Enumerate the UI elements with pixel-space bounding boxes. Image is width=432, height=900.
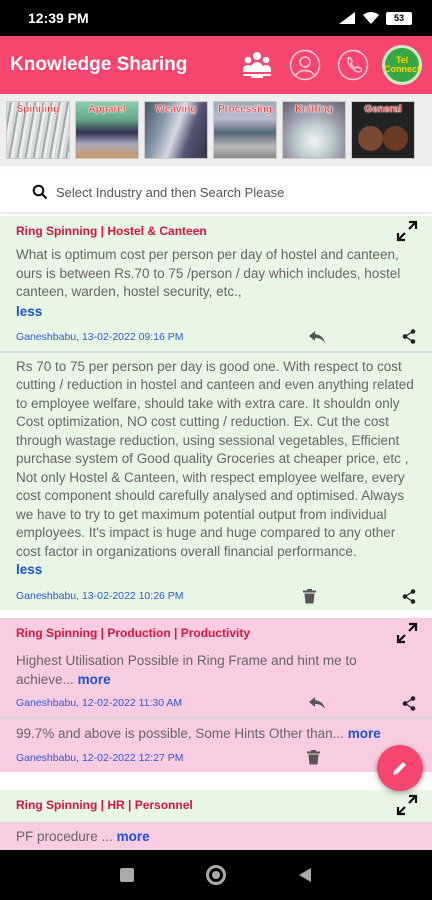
industry-label: Spinning <box>16 104 60 115</box>
wifi-icon <box>363 11 379 24</box>
expand-icon[interactable] <box>396 622 418 644</box>
post-card: Ring Spinning | Production | Productivit… <box>0 618 432 772</box>
industry-label: Apparel <box>88 104 126 115</box>
question-meta: Ganeshbabu, 13-02-2022 09:16 PM <box>16 330 184 343</box>
answer-text: 99.7% and above is possible, Some Hints … <box>16 726 381 741</box>
post-category: Ring Spinning | HR | Personnel <box>16 797 193 812</box>
industry-tile-general[interactable]: General <box>351 101 415 159</box>
show-less-link[interactable]: less <box>16 304 416 319</box>
answer-meta: Ganeshbabu, 12-02-2022 12:27 PM <box>16 751 184 764</box>
meta-row: Ganeshbabu, 13-02-2022 10:26 PM <box>16 582 416 610</box>
status-bar: 12:39 PM 53 <box>0 0 432 36</box>
delete-icon[interactable] <box>307 750 320 765</box>
meta-row: Ganeshbabu, 12-02-2022 12:27 PM <box>16 744 416 772</box>
share-icon[interactable] <box>402 588 416 604</box>
show-more-link[interactable]: more <box>117 829 150 844</box>
answer-meta: Ganeshbabu, 13-02-2022 10:26 PM <box>16 590 184 602</box>
battery-icon: 53 <box>386 11 412 25</box>
post-category: Ring Spinning | Production | Productivit… <box>16 626 251 640</box>
industry-tile-spinning[interactable]: Spinning <box>6 101 70 159</box>
industry-label: General <box>364 104 402 115</box>
posts-feed[interactable]: Ring Spinning | Hostel & Canteen What is… <box>0 216 432 850</box>
industry-label: Knitting <box>295 104 333 115</box>
compose-button[interactable] <box>377 745 423 791</box>
phone-icon[interactable] <box>336 48 370 82</box>
expand-icon[interactable] <box>396 794 418 816</box>
industry-strip: Spinning Apparel Weaving Processing Knit… <box>0 94 432 166</box>
post-category: Ring Spinning | Hostel & Canteen <box>16 224 207 238</box>
recents-icon[interactable] <box>120 868 134 882</box>
answer-text: Rs 70 to 75 per person per day is good o… <box>16 358 414 559</box>
answer-block: 99.7% and above is possible, Some Hints … <box>0 719 432 772</box>
pencil-icon <box>393 762 406 775</box>
question-block: Ring Spinning | Hostel & Canteen What is… <box>0 216 432 351</box>
meta-row: Ganeshbabu, 13-02-2022 09:16 PM <box>16 323 416 351</box>
telegram-connect-button[interactable]: Tel Connect <box>382 45 422 85</box>
question-text: PF procedure ... more <box>16 828 150 844</box>
card-gap <box>0 610 432 618</box>
industry-tile-apparel[interactable]: Apparel <box>75 101 139 159</box>
status-icons: 53 <box>338 11 412 25</box>
question-text: What is optimum cost per person per day … <box>16 247 401 299</box>
show-less-link[interactable]: less <box>16 562 416 577</box>
industry-tile-processing[interactable]: Processing <box>213 101 277 159</box>
reply-icon[interactable] <box>308 696 326 710</box>
expand-icon[interactable] <box>396 220 418 242</box>
show-more-link[interactable]: more <box>348 726 381 741</box>
question-text: Highest Utilisation Possible in Ring Fra… <box>16 653 357 687</box>
share-icon[interactable] <box>402 329 416 344</box>
app-title: Knowledge Sharing <box>10 54 188 75</box>
answer-block: Rs 70 to 75 per person per day is good o… <box>0 353 432 611</box>
industry-label: Weaving <box>155 104 197 115</box>
search-bar[interactable]: Select Industry and then Search Please <box>0 172 432 212</box>
app-bar: Knowledge Sharing Tel Connect <box>0 36 432 94</box>
signal-icon <box>339 12 355 24</box>
industry-label: Processing <box>218 104 272 115</box>
delete-icon[interactable] <box>303 588 316 604</box>
search-icon <box>32 184 48 200</box>
show-more-link[interactable]: more <box>78 672 111 687</box>
card-gap <box>0 771 432 790</box>
post-card: Ring Spinning | HR | Personnel PF proced… <box>0 789 432 850</box>
question-block: Ring Spinning | HR | Personnel <box>0 789 432 822</box>
search-placeholder: Select Industry and then Search Please <box>56 184 285 200</box>
meta-row: Ganeshbabu, 12-02-2022 11:30 AM <box>16 689 416 717</box>
question-meta: Ganeshbabu, 12-02-2022 11:30 AM <box>16 697 183 709</box>
home-icon[interactable] <box>206 865 226 885</box>
industry-tile-knitting[interactable]: Knitting <box>282 101 346 159</box>
share-icon[interactable] <box>402 695 416 711</box>
system-nav-bar <box>0 850 432 900</box>
status-time: 12:39 PM <box>28 10 89 26</box>
question-body: PF procedure ... more <box>0 821 432 850</box>
post-card: Ring Spinning | Hostel & Canteen What is… <box>0 216 432 610</box>
industry-tile-weaving[interactable]: Weaving <box>144 101 208 159</box>
back-icon[interactable] <box>298 867 312 883</box>
community-icon[interactable] <box>240 48 274 82</box>
question-block: Ring Spinning | Production | Productivit… <box>0 618 432 717</box>
profile-icon[interactable] <box>288 48 322 82</box>
reply-icon[interactable] <box>308 330 326 344</box>
